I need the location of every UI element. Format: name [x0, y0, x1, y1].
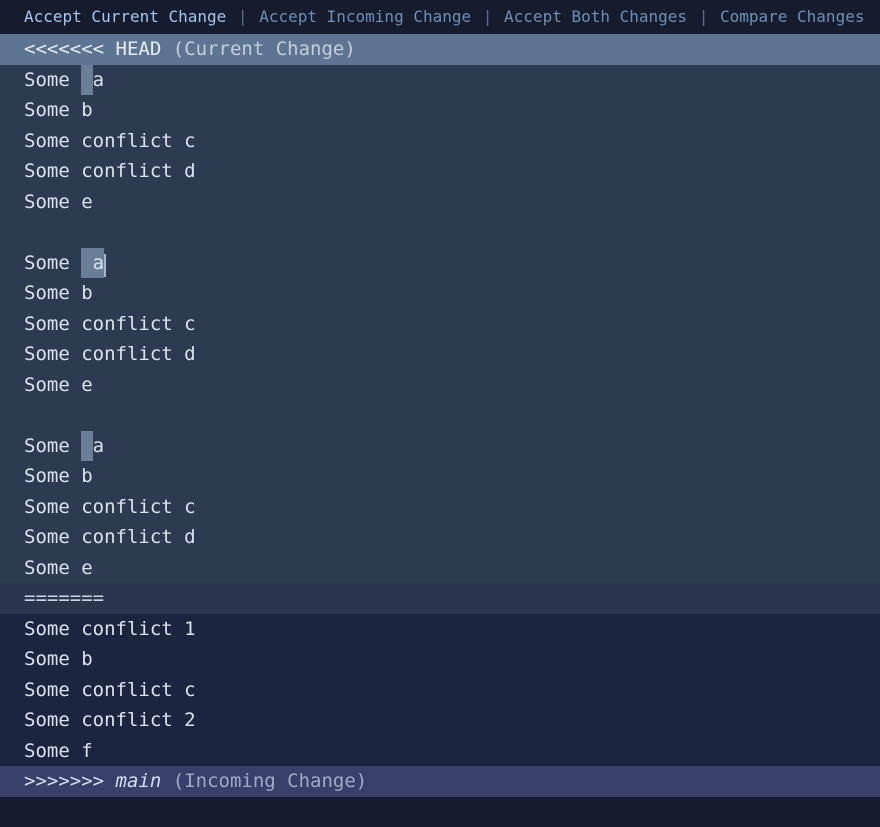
code-line[interactable]: Some conflict d [0, 156, 880, 187]
code-line[interactable]: Some b [0, 278, 880, 309]
code-line[interactable] [0, 217, 880, 248]
head-marker-annotation: (Current Change) [173, 38, 356, 60]
selection-highlight [81, 248, 92, 279]
code-line[interactable]: Some a [0, 248, 880, 279]
code-line[interactable]: Some f [0, 736, 880, 767]
code-line[interactable]: Some conflict d [0, 339, 880, 370]
conflict-tail-marker[interactable]: >>>>>>> main (Incoming Change) [0, 766, 880, 797]
selection-highlight [81, 65, 92, 96]
code-line[interactable]: Some e [0, 553, 880, 584]
code-line[interactable]: Some b [0, 644, 880, 675]
code-line[interactable]: Some conflict c [0, 126, 880, 157]
compare-link[interactable]: Compare Changes [720, 7, 865, 26]
tail-marker-annotation: (Incoming Change) [173, 770, 367, 792]
accept-current-link[interactable]: Accept Current Change [24, 7, 226, 26]
code-line[interactable]: Some e [0, 370, 880, 401]
code-line[interactable]: Some e [0, 187, 880, 218]
code-line[interactable]: Some conflict c [0, 675, 880, 706]
code-line[interactable]: Some conflict 2 [0, 705, 880, 736]
code-line[interactable]: Some conflict 1 [0, 614, 880, 645]
codelens-separator: | [473, 7, 502, 26]
codelens-bar: Accept Current Change | Accept Incoming … [0, 0, 880, 34]
head-marker-symbols: <<<<<<< [24, 38, 104, 60]
code-line[interactable] [0, 400, 880, 431]
codelens-separator: | [228, 7, 257, 26]
accept-both-link[interactable]: Accept Both Changes [504, 7, 687, 26]
incoming-change-block[interactable]: Some conflict 1 Some b Some conflict c S… [0, 614, 880, 767]
tail-marker-ref: main [116, 770, 162, 792]
conflict-separator[interactable]: ======= [0, 583, 880, 614]
code-line[interactable]: Some a [0, 431, 880, 462]
conflict-head-marker[interactable]: <<<<<<< HEAD (Current Change) [0, 34, 880, 65]
codelens-separator: | [689, 7, 718, 26]
current-change-block[interactable]: Some a Some b Some conflict c Some confl… [0, 65, 880, 584]
head-marker-ref: HEAD [116, 38, 162, 60]
selection-highlight: a [93, 248, 104, 279]
code-line[interactable]: Some b [0, 461, 880, 492]
tail-marker-symbols: >>>>>>> [24, 770, 104, 792]
code-line[interactable]: Some a [0, 65, 880, 96]
code-line[interactable]: Some conflict c [0, 492, 880, 523]
code-line[interactable]: Some conflict c [0, 309, 880, 340]
accept-incoming-link[interactable]: Accept Incoming Change [259, 7, 471, 26]
text-cursor [104, 254, 106, 277]
code-line[interactable]: Some conflict d [0, 522, 880, 553]
selection-highlight [81, 431, 92, 462]
code-line[interactable]: Some b [0, 95, 880, 126]
